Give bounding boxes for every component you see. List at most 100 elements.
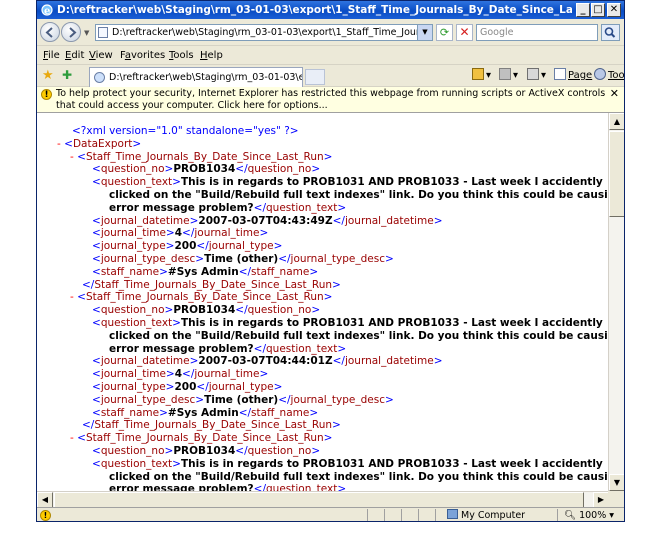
zone-label: My Computer bbox=[461, 510, 526, 521]
record-tag-name: Staff_Time_Journals_By_Date_Since_Last_R… bbox=[85, 432, 324, 445]
xml-token: staff_name bbox=[100, 265, 160, 278]
vertical-scrollbar[interactable]: ▲ ▼ bbox=[608, 113, 624, 491]
svg-text:e: e bbox=[44, 6, 50, 17]
journal-datetime-value: 2007-03-07T04:43:49Z bbox=[198, 214, 333, 227]
forward-arrow-icon bbox=[69, 27, 77, 38]
info-bar-close-icon[interactable]: ✕ bbox=[610, 88, 619, 100]
home-button[interactable]: ▾ bbox=[472, 68, 491, 84]
xml-token: > bbox=[311, 304, 321, 317]
xml-element: <journal_datetime>2007-03-07T04:43:49Z</… bbox=[92, 215, 443, 228]
xml-token: journal_datetime bbox=[344, 355, 434, 368]
journal-datetime-value: 2007-03-07T04:44:01Z bbox=[198, 355, 333, 368]
menu-view[interactable]: View bbox=[89, 46, 113, 65]
record-tag-name: Staff_Time_Journals_By_Date_Since_Last_R… bbox=[85, 150, 324, 163]
xml-token: </ bbox=[182, 227, 195, 240]
menu-help[interactable]: Help bbox=[200, 46, 223, 65]
xml-token: < bbox=[77, 432, 86, 445]
security-zone[interactable]: My Computer bbox=[447, 508, 526, 521]
xml-token: > bbox=[164, 163, 174, 176]
xml-token: < bbox=[92, 304, 101, 317]
xml-element: <journal_type>200</journal_type> bbox=[92, 240, 282, 253]
question-text-value: This is in regards to PROB1031 AND PROB1… bbox=[180, 176, 603, 189]
close-button[interactable]: ✕ bbox=[607, 3, 621, 17]
favorites-bar: ★ ✚ D:\reftracker\web\Staging\rm_03-01-0… bbox=[37, 64, 624, 87]
title-bar[interactable]: e D:\reftracker\web\Staging\rm_03-01-03\… bbox=[37, 1, 624, 19]
scroll-up-arrow-icon[interactable]: ▲ bbox=[609, 113, 624, 130]
xml-token: journal_time bbox=[100, 227, 166, 240]
vertical-scroll-thumb[interactable] bbox=[609, 131, 624, 217]
stop-icon[interactable]: ✕ bbox=[456, 24, 473, 41]
forward-button[interactable] bbox=[61, 22, 81, 42]
menu-file[interactable]: File bbox=[43, 46, 60, 65]
horizontal-scroll-thumb[interactable] bbox=[54, 492, 584, 508]
xml-token: journal_type bbox=[208, 381, 274, 393]
add-favorites-icon[interactable]: ✚ bbox=[62, 69, 72, 82]
xml-token: > bbox=[273, 381, 283, 393]
xml-document-view: <?xml version="1.0" standalone="yes" ?> -… bbox=[37, 113, 609, 491]
search-button[interactable] bbox=[601, 24, 620, 41]
xml-token: > bbox=[273, 240, 283, 253]
feeds-button[interactable]: ▾ bbox=[499, 68, 518, 84]
address-field[interactable]: D:\reftracker\web\Staging\rm_03-01-03\ex… bbox=[95, 24, 433, 41]
page-menu-icon bbox=[554, 68, 566, 80]
xml-element: <staff_name>#Sys Admin</staff_name> bbox=[92, 407, 318, 420]
xml-token: question_text bbox=[266, 201, 338, 214]
print-button[interactable]: ▾ bbox=[527, 68, 546, 84]
refresh-icon[interactable]: ⟳ bbox=[436, 24, 453, 41]
scroll-right-arrow-icon[interactable]: ▶ bbox=[593, 492, 609, 508]
browser-window: e D:\reftracker\web\Staging\rm_03-01-03\… bbox=[36, 0, 625, 522]
menu-favorites[interactable]: Favorites bbox=[120, 46, 165, 65]
record-tag-name: Staff_Time_Journals_By_Date_Since_Last_R… bbox=[94, 278, 333, 291]
scroll-down-arrow-icon[interactable]: ▼ bbox=[609, 474, 624, 491]
tools-menu-button[interactable]: Tools ▾ bbox=[594, 68, 624, 84]
xml-token: > bbox=[165, 368, 175, 381]
xml-element: <question_text>This is in regards to PRO… bbox=[92, 176, 603, 189]
root-tag-name: DataExport bbox=[72, 137, 133, 150]
status-pane-divider bbox=[384, 509, 385, 521]
xml-token: < bbox=[92, 163, 101, 176]
xml-token: question_no bbox=[100, 304, 165, 317]
zoom-level[interactable]: 🔍︎ 100% ▾ bbox=[564, 508, 614, 521]
favorites-star-icon[interactable]: ★ bbox=[42, 69, 54, 82]
xml-token: </ bbox=[182, 368, 195, 381]
menu-file-label: ile bbox=[48, 50, 60, 61]
journal-type-value: 200 bbox=[174, 240, 197, 253]
menu-edit[interactable]: Edit bbox=[65, 46, 84, 65]
menu-tools[interactable]: Tools bbox=[169, 46, 194, 65]
maximize-button[interactable]: □ bbox=[591, 3, 605, 17]
question-text-value: clicked on the "Build/Rebuild full text … bbox=[109, 189, 609, 201]
xml-token: </ bbox=[196, 381, 209, 393]
status-warning-icon[interactable]: ! bbox=[40, 510, 51, 521]
back-button[interactable] bbox=[40, 22, 60, 42]
scroll-left-arrow-icon[interactable]: ◀ bbox=[37, 492, 53, 508]
feeds-icon bbox=[499, 68, 511, 80]
xml-token: > bbox=[385, 253, 394, 265]
page-icon bbox=[98, 27, 108, 38]
question-text-value: clicked on the "Build/Rebuild full text … bbox=[109, 329, 609, 342]
address-dropdown-icon[interactable]: ▼ bbox=[417, 25, 432, 40]
horizontal-scrollbar[interactable]: ◀ ▶ bbox=[37, 491, 609, 508]
xml-token: > bbox=[159, 406, 168, 419]
xml-token: < bbox=[92, 381, 101, 393]
security-info-bar[interactable]: ! To help protect your security, Interne… bbox=[37, 87, 624, 113]
xml-token: > bbox=[172, 457, 181, 470]
xml-record-open: - <Staff_Time_Journals_By_Date_Since_Las… bbox=[70, 291, 332, 304]
xml-token: > bbox=[165, 227, 175, 240]
xml-token: > bbox=[172, 176, 181, 189]
search-input[interactable]: Google bbox=[476, 24, 598, 41]
question-text-value: error message problem? bbox=[109, 201, 254, 214]
question-no-value: PROB1034 bbox=[173, 163, 236, 176]
xml-element: <journal_type>200</journal_type> bbox=[92, 381, 282, 394]
xml-token: < bbox=[92, 227, 101, 240]
xml-element-cont: clicked on the "Build/Rebuild full text … bbox=[109, 189, 609, 202]
xml-token: < bbox=[92, 355, 101, 368]
xml-token: > bbox=[337, 483, 347, 491]
tab-current[interactable]: D:\reftracker\web\Staging\rm_03-01-03\ex… bbox=[89, 67, 303, 87]
minimize-button[interactable]: _ bbox=[576, 3, 590, 17]
recent-pages-dropdown-icon[interactable]: ▼ bbox=[84, 29, 89, 37]
journal-type-desc-value: Time (other) bbox=[204, 253, 279, 265]
new-tab-button[interactable] bbox=[305, 69, 325, 85]
xml-token: question_no bbox=[247, 445, 312, 457]
xml-token: </ bbox=[253, 201, 266, 214]
address-toolbar: ▼ D:\reftracker\web\Staging\rm_03-01-03\… bbox=[37, 19, 624, 45]
